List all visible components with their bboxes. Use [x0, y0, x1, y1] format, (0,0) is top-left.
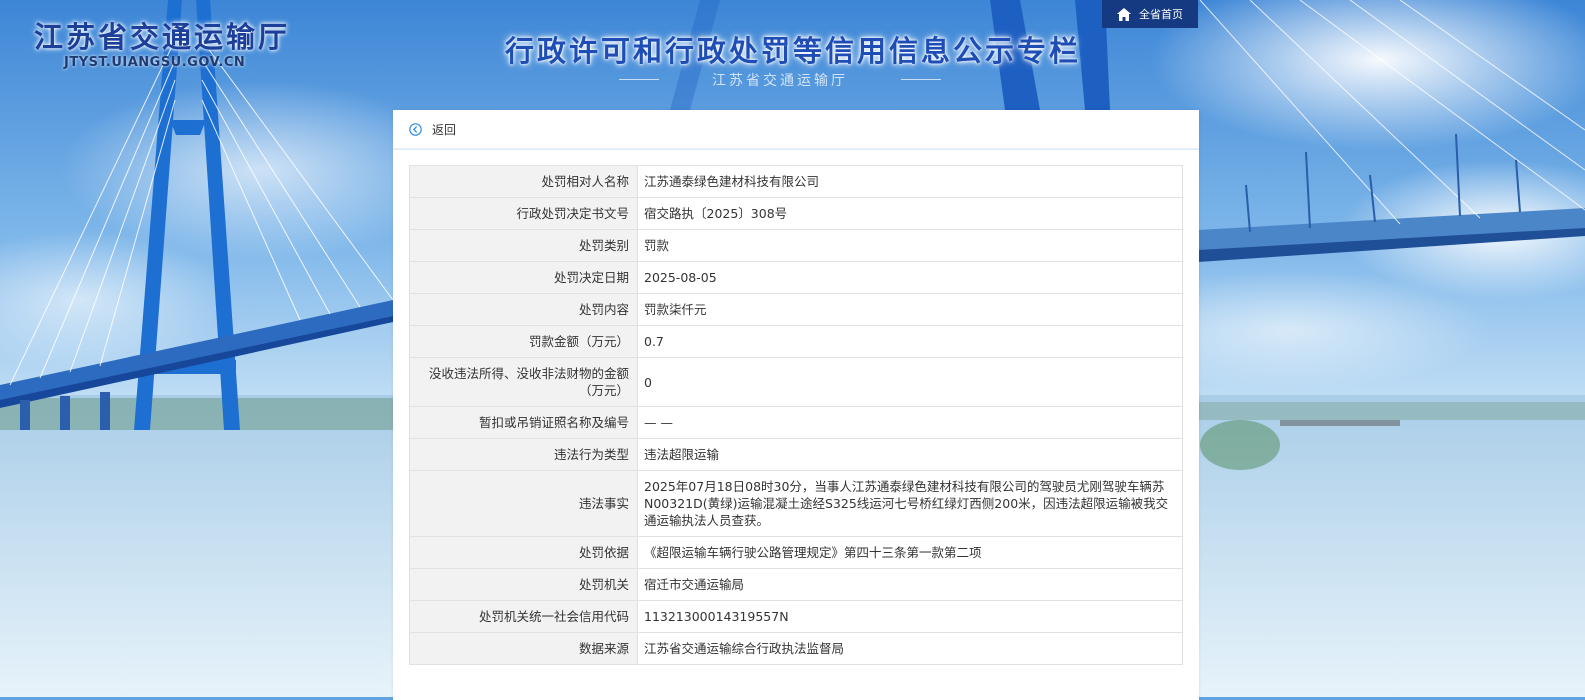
- field-label: 处罚机关: [409, 568, 638, 601]
- field-value: 罚款柒仟元: [637, 293, 1183, 326]
- field-value: 《超限运输车辆行驶公路管理规定》第四十三条第一款第二项: [637, 536, 1183, 569]
- table-row: 处罚决定日期 2025-08-05: [409, 261, 1183, 294]
- table-row: 数据来源 江苏省交通运输综合行政执法监督局: [409, 632, 1183, 665]
- home-button-label: 全省首页: [1139, 8, 1183, 21]
- field-label: 行政处罚决定书文号: [409, 197, 638, 230]
- table-row: 违法行为类型 违法超限运输: [409, 438, 1183, 471]
- field-label: 罚款金额（万元）: [409, 325, 638, 358]
- field-value: 宿交路执〔2025〕308号: [637, 197, 1183, 230]
- site-logo-domain: JTYST.UIANGSU.GOV.CN: [64, 55, 246, 70]
- banner-subtitle: 江苏省交通运输厅: [619, 70, 941, 90]
- back-link[interactable]: 返回: [409, 121, 456, 138]
- field-label: 违法事实: [409, 470, 638, 537]
- table-row: 处罚相对人名称 江苏通泰绿色建材科技有限公司: [409, 165, 1183, 198]
- field-value: 宿迁市交通运输局: [637, 568, 1183, 601]
- field-label: 违法行为类型: [409, 438, 638, 471]
- field-label: 处罚内容: [409, 293, 638, 326]
- field-label: 没收违法所得、没收非法财物的金额（万元）: [409, 357, 638, 407]
- table-row: 暂扣或吊销证照名称及编号 — —: [409, 406, 1183, 439]
- field-label: 数据来源: [409, 632, 638, 665]
- home-icon: [1117, 7, 1131, 21]
- field-value: 2025-08-05: [637, 261, 1183, 294]
- table-row: 行政处罚决定书文号 宿交路执〔2025〕308号: [409, 197, 1183, 230]
- back-label: 返回: [432, 122, 457, 137]
- field-label: 处罚类别: [409, 229, 638, 262]
- field-value: 0.7: [637, 325, 1183, 358]
- field-value: 违法超限运输: [637, 438, 1183, 471]
- table-row: 处罚类别 罚款: [409, 229, 1183, 262]
- table-row: 罚款金额（万元） 0.7: [409, 325, 1183, 358]
- table-row: 违法事实 2025年07月18日08时30分，当事人江苏通泰绿色建材科技有限公司…: [409, 470, 1183, 537]
- table-row: 处罚内容 罚款柒仟元: [409, 293, 1183, 326]
- field-label: 处罚决定日期: [409, 261, 638, 294]
- detail-panel: 返回 处罚相对人名称 江苏通泰绿色建材科技有限公司 行政处罚决定书文号 宿交路执…: [393, 110, 1199, 700]
- field-value: 2025年07月18日08时30分，当事人江苏通泰绿色建材科技有限公司的驾驶员尤…: [637, 470, 1183, 537]
- table-row: 处罚机关 宿迁市交通运输局: [409, 568, 1183, 601]
- field-value: — —: [637, 406, 1183, 439]
- banner-title: 行政许可和行政处罚等信用信息公示专栏: [505, 34, 1082, 68]
- home-button[interactable]: 全省首页: [1102, 0, 1198, 28]
- site-logo-title: 江苏省交通运输厅: [34, 20, 291, 54]
- field-value: 江苏通泰绿色建材科技有限公司: [637, 165, 1183, 198]
- field-value: 江苏省交通运输综合行政执法监督局: [637, 632, 1183, 665]
- field-label: 处罚依据: [409, 536, 638, 569]
- back-bar: 返回: [393, 110, 1199, 150]
- field-value: 罚款: [637, 229, 1183, 262]
- field-label: 处罚相对人名称: [409, 165, 638, 198]
- circle-back-arrow-icon: [409, 122, 422, 136]
- table-row: 处罚依据 《超限运输车辆行驶公路管理规定》第四十三条第一款第二项: [409, 536, 1183, 569]
- penalty-detail-table: 处罚相对人名称 江苏通泰绿色建材科技有限公司 行政处罚决定书文号 宿交路执〔20…: [409, 165, 1183, 665]
- field-label: 暂扣或吊销证照名称及编号: [409, 406, 638, 439]
- table-row: 处罚机关统一社会信用代码 11321300014319557N: [409, 600, 1183, 633]
- table-row: 没收违法所得、没收非法财物的金额（万元） 0: [409, 357, 1183, 407]
- field-value: 0: [637, 357, 1183, 407]
- field-label: 处罚机关统一社会信用代码: [409, 600, 638, 633]
- field-value: 11321300014319557N: [637, 600, 1183, 633]
